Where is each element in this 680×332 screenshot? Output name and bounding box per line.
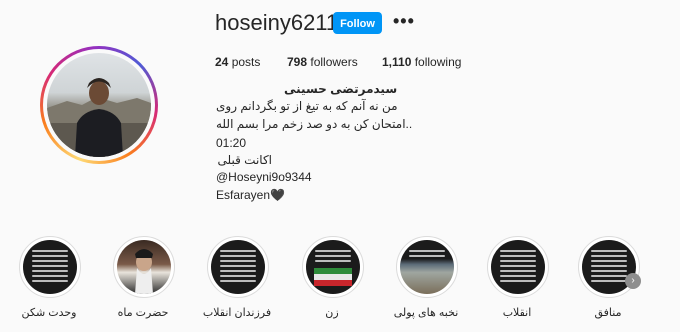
- highlight-item[interactable]: [113, 236, 175, 298]
- highlight-label: زن: [325, 307, 339, 319]
- following-count: 1,110: [382, 55, 412, 69]
- avatar-photo: [47, 53, 151, 157]
- bio-line: 01:20: [216, 136, 247, 150]
- bio-line: Esfarayen🖤: [216, 188, 285, 202]
- profile-avatar[interactable]: [40, 46, 158, 164]
- highlight-item[interactable]: [207, 236, 269, 298]
- follow-button[interactable]: Follow: [333, 12, 382, 34]
- highlight-label: حضرت ماه: [117, 307, 169, 319]
- highlight-item[interactable]: [396, 236, 458, 298]
- highlight-label: منافق: [594, 307, 622, 319]
- bio-line: اکانت قبلی: [217, 153, 273, 167]
- highlight-item[interactable]: [487, 236, 549, 298]
- highlight-label: وحدت شکن: [21, 307, 77, 319]
- following-label: following: [414, 55, 462, 69]
- highlight-label: انقلاب: [502, 307, 532, 319]
- profile-display-name: سیدمرتضی حسینی: [284, 82, 398, 96]
- followers-count: 798: [287, 55, 308, 69]
- highlight-item[interactable]: [302, 236, 364, 298]
- bio-line: من نه آنم که به تیغ از تو بگردانم روی: [216, 99, 398, 113]
- followers-label: followers: [310, 55, 358, 69]
- followers-stat[interactable]: 798 followers: [287, 55, 358, 69]
- chevron-right-icon[interactable]: ›: [625, 273, 641, 289]
- following-stat[interactable]: 1,110 following: [382, 55, 461, 69]
- posts-stat: 24 posts: [215, 55, 260, 69]
- bio-line: ..امتحان کن به دو صد زخم مرا بسم الله: [216, 117, 413, 131]
- highlight-label: نخبه های پولی: [393, 307, 459, 319]
- posts-count: 24: [215, 55, 229, 69]
- highlight-label: فرزندان انقلاب: [202, 307, 272, 319]
- more-options-icon[interactable]: •••: [393, 11, 415, 32]
- bio-mention-link[interactable]: @Hoseyni9o9344: [216, 170, 312, 184]
- profile-username: hoseiny6211: [215, 10, 339, 35]
- posts-label: posts: [231, 55, 261, 69]
- highlight-item[interactable]: [19, 236, 81, 298]
